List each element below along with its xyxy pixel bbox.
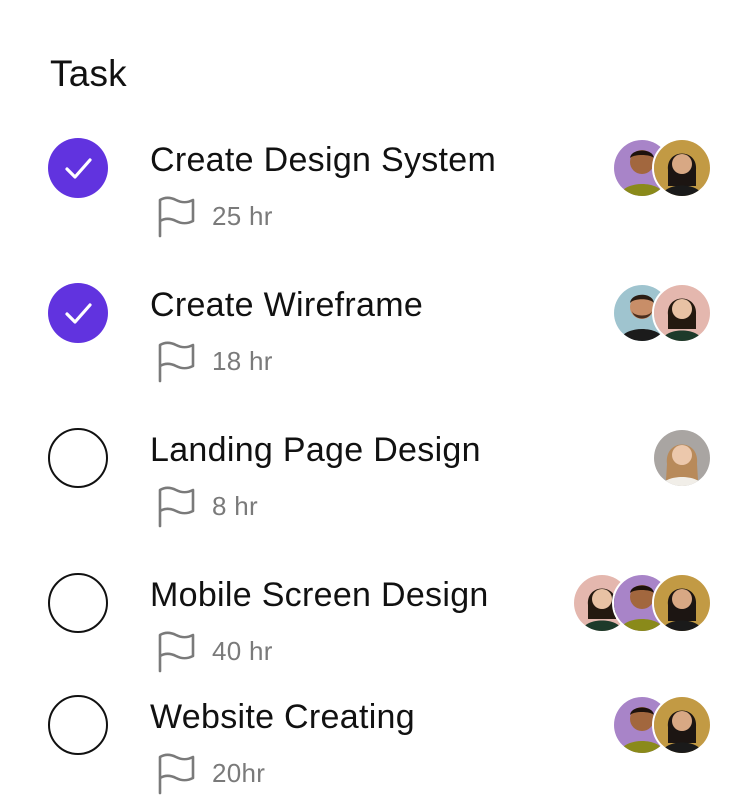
check-icon [65, 303, 92, 324]
avatar-woman-gold-bg[interactable] [652, 695, 712, 755]
flag-icon [158, 196, 195, 238]
task-checkbox[interactable] [48, 283, 108, 343]
task-item[interactable]: Create Wireframe 18 hr [0, 283, 735, 393]
page-title: Task [50, 53, 127, 94]
check-icon [65, 158, 92, 179]
task-item[interactable]: Landing Page Design 8 hr [0, 428, 735, 538]
task-hours: 25 hr [212, 201, 273, 231]
avatar-woman-grey-bg[interactable] [652, 428, 712, 488]
task-title: Create Wireframe [150, 286, 424, 324]
task-title: Mobile Screen Design [150, 576, 489, 614]
avatar-woman-gold-bg[interactable] [652, 573, 712, 633]
task-item[interactable]: Create Design System 25 hr [0, 138, 735, 248]
avatar-woman-gold-bg[interactable] [652, 138, 712, 198]
task-title: Landing Page Design [150, 431, 481, 469]
flag-icon [158, 341, 195, 383]
task-hours: 40 hr [212, 636, 273, 666]
task-checkbox[interactable] [48, 428, 108, 488]
task-checkbox[interactable] [48, 695, 108, 755]
flag-icon [158, 753, 195, 795]
task-checkbox[interactable] [48, 573, 108, 633]
task-item[interactable]: Mobile Screen Design 40 hr [0, 573, 735, 683]
task-hours: 18 hr [212, 346, 273, 376]
task-checkbox[interactable] [48, 138, 108, 198]
flag-icon [158, 486, 195, 528]
task-hours: 8 hr [212, 491, 259, 521]
task-item[interactable]: Website Creating 20hr [0, 695, 735, 805]
task-title: Create Design System [150, 141, 497, 179]
avatar-woman-pink-bg[interactable] [652, 283, 712, 343]
task-hours: 20hr [212, 758, 266, 788]
task-title: Website Creating [150, 698, 415, 736]
flag-icon [158, 631, 195, 673]
